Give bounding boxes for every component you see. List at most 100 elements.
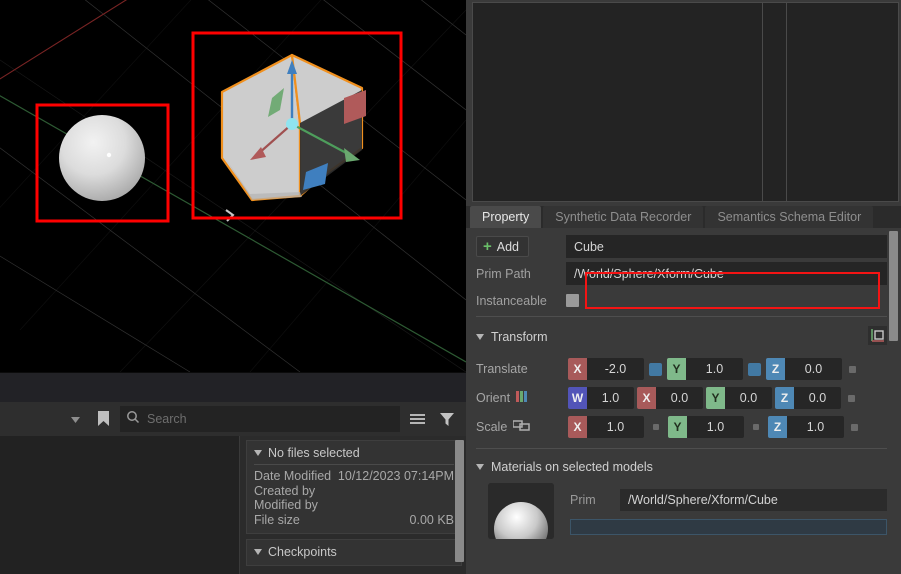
list-view-icon[interactable]: [404, 406, 430, 432]
orient-z-value[interactable]: 0.0: [794, 387, 841, 409]
scale-label-text: Scale: [476, 420, 508, 434]
meta-row-date: Date Modified 10/12/2023 07:14PM: [254, 469, 454, 484]
3d-viewport[interactable]: [0, 0, 466, 372]
property-panel: Property Synthetic Data Recorder Semanti…: [466, 206, 901, 574]
axis-badge-z: Z: [768, 416, 787, 438]
material-thumbnail[interactable]: [488, 483, 554, 539]
meta-label: Created by: [254, 483, 316, 498]
scale-y-group[interactable]: Y 1.0: [668, 416, 744, 438]
link-toggle-xy[interactable]: [649, 362, 662, 376]
prim-path-label: Prim Path: [476, 266, 531, 281]
file-browser-panel: No files selected Date Modified 10/12/20…: [0, 402, 466, 574]
axis-badge-z: Z: [766, 358, 785, 380]
tab-property[interactable]: Property: [470, 206, 542, 228]
property-tab-strip: Property Synthetic Data Recorder Semanti…: [466, 206, 901, 228]
orient-y-value[interactable]: 0.0: [725, 387, 772, 409]
divider: [476, 316, 887, 317]
orient-z-group[interactable]: Z 0.0: [775, 387, 841, 409]
divider: [476, 448, 887, 449]
scale-x-group[interactable]: X 1.0: [568, 416, 644, 438]
upper-panel-column-2[interactable]: [763, 3, 787, 201]
translate-z-group[interactable]: Z 0.0: [766, 358, 842, 380]
filter-icon[interactable]: [434, 406, 460, 432]
scale-z-value[interactable]: 1.0: [787, 416, 844, 438]
transform-section-header[interactable]: Transform: [476, 326, 887, 348]
file-detail-scrollbar[interactable]: [455, 440, 464, 562]
translate-y-value[interactable]: 1.0: [686, 358, 743, 380]
meta-value: 0.00 KB: [409, 512, 454, 527]
scale-dot-xy[interactable]: [653, 424, 659, 430]
scale-y-value[interactable]: 1.0: [687, 416, 744, 438]
materials-row: Prim /World/Sphere/Xform/Cube: [476, 483, 887, 539]
link-toggle-yz[interactable]: [748, 362, 761, 376]
transform-row-scale: Scale X 1.0 Y 1.0 Z 1.0: [476, 416, 887, 438]
scale-row-extra[interactable]: [851, 423, 858, 431]
orient-label: Orient: [476, 391, 568, 405]
translate-x-value[interactable]: -2.0: [587, 358, 644, 380]
upper-right-panel: [466, 0, 901, 206]
viewport-bottom-strip: [0, 372, 466, 402]
transform-row-orient: Orient W 1.0 X 0.0 Y 0.0 Z 0.0: [476, 387, 887, 409]
translate-label: Translate: [476, 362, 568, 376]
tab-label: Synthetic Data Recorder: [555, 210, 692, 224]
scale-dot-yz[interactable]: [753, 424, 759, 430]
file-browser-search[interactable]: [120, 406, 400, 432]
link-icon: [512, 419, 531, 435]
tab-synthetic-data-recorder[interactable]: Synthetic Data Recorder: [543, 206, 704, 228]
scale-x-value[interactable]: 1.0: [587, 416, 644, 438]
chevron-down-icon: [476, 334, 484, 340]
translate-y-group[interactable]: Y 1.0: [667, 358, 743, 380]
gizmo-center: [286, 118, 298, 130]
translate-z-value[interactable]: 0.0: [785, 358, 842, 380]
no-files-selected-header[interactable]: No files selected: [254, 446, 454, 465]
file-browser-tree[interactable]: [0, 436, 240, 574]
plus-icon: +: [483, 238, 492, 255]
row-prim-path: Prim Path /World/Sphere/Xform/Cube: [476, 262, 887, 285]
translate-row-extra[interactable]: [849, 365, 856, 373]
orient-x-group[interactable]: X 0.0: [637, 387, 703, 409]
axis-pivot-icon[interactable]: [868, 326, 887, 348]
file-info-card: No files selected Date Modified 10/12/20…: [246, 440, 462, 534]
add-button[interactable]: + Add: [476, 236, 530, 257]
property-scrollbar[interactable]: [889, 231, 898, 341]
transform-title: Transform: [491, 330, 548, 344]
prim-path-field[interactable]: /World/Sphere/Xform/Cube: [566, 262, 887, 285]
add-button-label: Add: [496, 239, 520, 254]
orient-label-text: Orient: [476, 391, 511, 405]
tab-label: Semantics Schema Editor: [717, 210, 862, 224]
scale-label: Scale: [476, 419, 568, 435]
upper-panel-column-1[interactable]: [473, 3, 763, 201]
tab-label: Property: [482, 210, 530, 224]
materials-title: Materials on selected models: [491, 460, 653, 474]
material-prim-label: Prim: [570, 493, 596, 507]
chevron-down-icon: [476, 464, 484, 470]
row-instanceable: Instanceable: [476, 289, 887, 312]
search-input[interactable]: [147, 412, 394, 426]
material-prim-value[interactable]: /World/Sphere/Xform/Cube: [620, 489, 887, 511]
chevron-down-icon[interactable]: [62, 406, 88, 432]
instanceable-checkbox[interactable]: [566, 294, 579, 307]
upper-panel-column-3[interactable]: [787, 3, 898, 201]
meta-label: File size: [254, 512, 300, 527]
orient-w-group[interactable]: W 1.0: [568, 387, 634, 409]
file-info-title: No files selected: [268, 446, 360, 460]
chevron-down-icon: [254, 549, 262, 555]
axis-badge-x: X: [637, 387, 656, 409]
prim-name-field[interactable]: Cube: [566, 235, 887, 258]
meta-label: Date Modified: [254, 469, 332, 483]
orient-y-group[interactable]: Y 0.0: [706, 387, 772, 409]
bookmark-icon[interactable]: [90, 406, 116, 432]
checkpoints-header[interactable]: Checkpoints: [254, 545, 454, 559]
orient-row-extra[interactable]: [848, 394, 855, 402]
translate-x-group[interactable]: X -2.0: [568, 358, 644, 380]
row-add-name: + Add Cube: [476, 235, 887, 258]
orient-x-value[interactable]: 0.0: [656, 387, 703, 409]
orient-w-value[interactable]: 1.0: [587, 387, 634, 409]
meta-row-created-by: Created by: [254, 484, 454, 499]
materials-section-header[interactable]: Materials on selected models: [476, 460, 887, 474]
material-binding-field[interactable]: [570, 519, 887, 535]
scale-z-group[interactable]: Z 1.0: [768, 416, 844, 438]
search-icon: [126, 410, 140, 429]
tab-semantics-schema-editor[interactable]: Semantics Schema Editor: [705, 206, 874, 228]
axis-badge-y: Y: [706, 387, 725, 409]
